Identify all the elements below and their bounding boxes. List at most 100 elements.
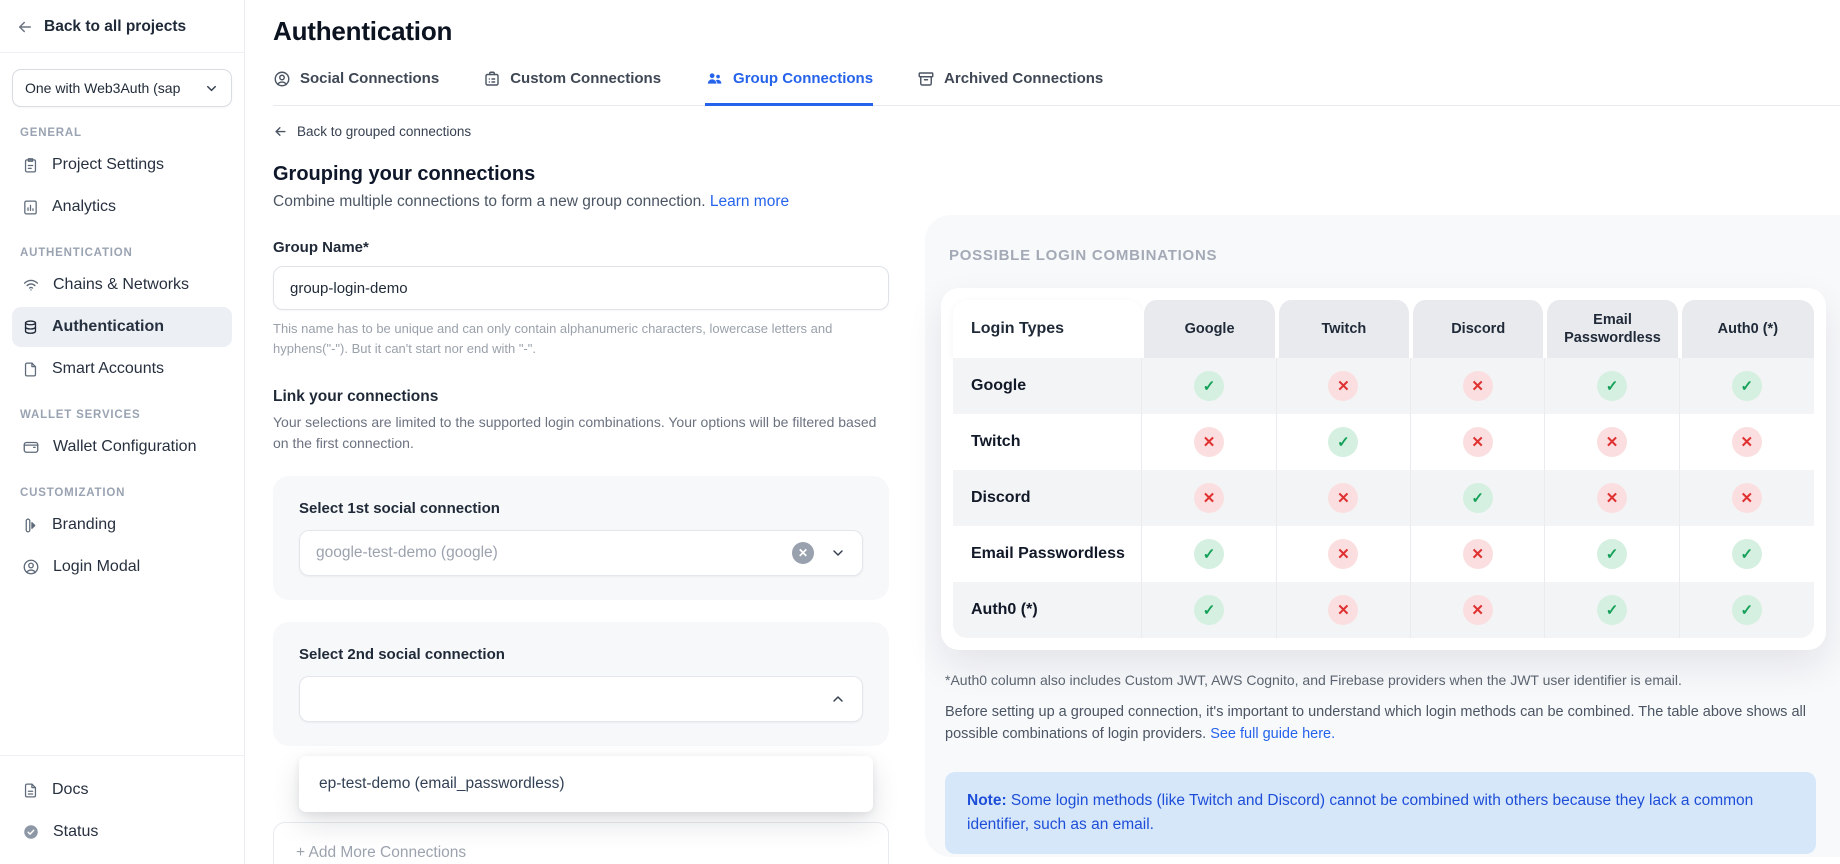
cross-icon: ✕ (1328, 483, 1358, 513)
page-title: Authentication (273, 16, 1840, 47)
sidebar-item-authentication[interactable]: Authentication (12, 307, 232, 347)
learn-more-link[interactable]: Learn more (710, 193, 789, 210)
sidebar-item-analytics[interactable]: Analytics (12, 187, 232, 227)
chevron-down-icon[interactable] (830, 545, 846, 561)
combinations-body: Google✓✕✕✓✓Twitch✕✓✕✕✕Discord✕✕✓✕✕Email … (953, 358, 1814, 638)
column-header-login-types: Login Types (953, 300, 1142, 358)
combination-cell: ✓ (1411, 470, 1545, 526)
group-form: Back to grouped connections Grouping you… (273, 106, 889, 864)
first-connection-card: Select 1st social connection google-test… (273, 476, 889, 600)
column-header: Auth0 (*) (1680, 300, 1814, 358)
section-label-authentication: AUTHENTICATION (20, 247, 224, 259)
note-label: Note: (967, 792, 1007, 809)
back-link-label: Back to grouped connections (297, 124, 471, 139)
sidebar-item-chains-networks[interactable]: Chains & Networks (12, 265, 232, 305)
check-icon: ✓ (1732, 595, 1762, 625)
combination-cell: ✓ (1545, 582, 1679, 638)
sidebar-item-project-settings[interactable]: Project Settings (12, 145, 232, 185)
first-connection-select[interactable]: google-test-demo (google) ✕ (299, 530, 863, 576)
combination-cell: ✕ (1277, 470, 1411, 526)
tab-bar: Social Connections Custom Connections Gr… (273, 69, 1840, 106)
note-text: Some login methods (like Twitch and Disc… (967, 792, 1753, 833)
combinations-header-row: Login TypesGoogleTwitchDiscordEmail Pass… (953, 300, 1814, 358)
link-connections-title: Link your connections (273, 388, 889, 406)
combination-cell: ✓ (1545, 526, 1679, 582)
tab-label: Group Connections (733, 70, 873, 87)
combination-cell: ✓ (1680, 582, 1814, 638)
cross-icon: ✕ (1194, 427, 1224, 457)
link-connections-description: Your selections are limited to the suppo… (273, 412, 889, 454)
sidebar-item-label: Chains & Networks (53, 276, 189, 294)
row-label: Twitch (953, 414, 1142, 470)
arrow-left-icon (16, 18, 34, 36)
back-to-projects-link[interactable]: Back to all projects (0, 0, 244, 53)
cross-icon: ✕ (1597, 483, 1627, 513)
second-connection-select[interactable] (299, 676, 863, 722)
second-connection-label: Select 2nd social connection (299, 646, 863, 663)
full-guide-link[interactable]: See full guide here. (1210, 726, 1335, 742)
cross-icon: ✕ (1597, 427, 1627, 457)
chevron-down-icon (204, 81, 219, 96)
sidebar-item-status[interactable]: Status (12, 812, 232, 852)
sidebar-item-label: Project Settings (52, 156, 164, 174)
branding-icon (22, 517, 39, 534)
tab-custom-connections[interactable]: Custom Connections (483, 69, 661, 106)
combination-cell: ✕ (1411, 526, 1545, 582)
panel-title: POSSIBLE LOGIN COMBINATIONS (941, 247, 1826, 264)
file-icon (22, 361, 39, 378)
cross-icon: ✕ (1463, 539, 1493, 569)
column-header: Google (1142, 300, 1276, 358)
tab-group-connections[interactable]: Group Connections (705, 69, 873, 106)
arrow-left-icon (273, 124, 288, 139)
dropdown-option-ep-test-demo[interactable]: ep-test-demo (email_passwordless) (299, 761, 873, 807)
column-header: Email Passwordless (1545, 300, 1679, 358)
tab-social-connections[interactable]: Social Connections (273, 69, 439, 106)
add-more-connections-button[interactable]: + Add More Connections (273, 822, 889, 864)
combination-cell: ✕ (1277, 582, 1411, 638)
sidebar-item-label: Smart Accounts (52, 360, 164, 378)
cross-icon: ✕ (1328, 595, 1358, 625)
badge-icon (483, 70, 501, 88)
sidebar-item-login-modal[interactable]: Login Modal (12, 547, 232, 587)
table-row: Twitch✕✓✕✕✕ (953, 414, 1814, 470)
tab-label: Archived Connections (944, 70, 1103, 87)
combination-cell: ✓ (1142, 358, 1276, 414)
back-to-projects-label: Back to all projects (44, 18, 186, 36)
sidebar-item-label: Wallet Configuration (53, 438, 196, 456)
combination-cell: ✕ (1680, 414, 1814, 470)
main-area: Authentication Social Connections Custom… (245, 0, 1840, 864)
back-to-grouped-connections-link[interactable]: Back to grouped connections (273, 124, 889, 139)
check-icon: ✓ (1463, 483, 1493, 513)
combination-cell: ✕ (1277, 526, 1411, 582)
first-connection-label: Select 1st social connection (299, 500, 863, 517)
chevron-up-icon[interactable] (830, 691, 846, 707)
combination-cell: ✕ (1680, 470, 1814, 526)
check-icon: ✓ (1732, 371, 1762, 401)
app-window: Back to all projects One with Web3Auth (… (0, 0, 1840, 864)
sidebar-item-branding[interactable]: Branding (12, 505, 232, 545)
tab-archived-connections[interactable]: Archived Connections (917, 69, 1103, 106)
combination-cell: ✕ (1142, 470, 1276, 526)
row-label: Discord (953, 470, 1142, 526)
sidebar-item-smart-accounts[interactable]: Smart Accounts (12, 349, 232, 389)
cross-icon: ✕ (1463, 427, 1493, 457)
column-header: Twitch (1277, 300, 1411, 358)
table-row: Google✓✕✕✓✓ (953, 358, 1814, 414)
sidebar-item-docs[interactable]: Docs (12, 770, 232, 810)
clipboard-icon (22, 157, 39, 174)
clear-selection-icon[interactable]: ✕ (792, 542, 814, 564)
form-heading: Grouping your connections (273, 163, 889, 186)
row-label: Email Passwordless (953, 526, 1142, 582)
cross-icon: ✕ (1194, 483, 1224, 513)
sidebar-body: One with Web3Auth (sap GENERAL Project S… (0, 53, 244, 755)
panel-description: Before setting up a grouped connection, … (941, 701, 1826, 746)
group-name-label: Group Name* (273, 239, 889, 256)
sidebar: Back to all projects One with Web3Auth (… (0, 0, 245, 864)
project-selector[interactable]: One with Web3Auth (sap (12, 69, 232, 107)
group-name-input[interactable] (273, 266, 889, 310)
table-row: Email Passwordless✓✕✕✓✓ (953, 526, 1814, 582)
second-connection-card: Select 2nd social connection (273, 622, 889, 746)
sidebar-item-wallet-configuration[interactable]: Wallet Configuration (12, 427, 232, 467)
combination-cell: ✓ (1142, 526, 1276, 582)
row-label: Google (953, 358, 1142, 414)
